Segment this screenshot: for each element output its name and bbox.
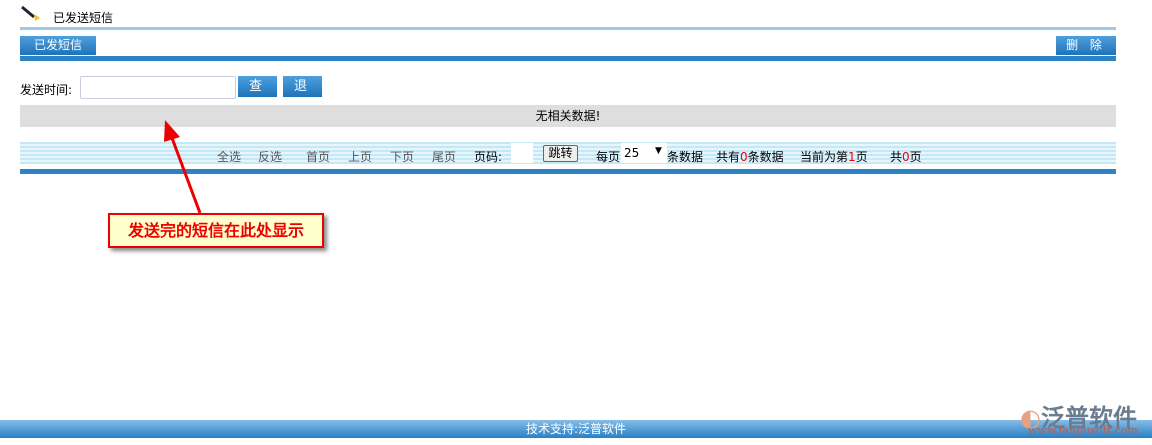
current-page: 当前为第1页 (800, 148, 868, 165)
total-prefix: 共有 (716, 150, 741, 164)
per-page-label: 每页 (596, 150, 621, 164)
last-page-link[interactable]: 尾页 (432, 148, 456, 165)
page-number-input[interactable] (511, 143, 533, 163)
total-pages: 共0页 (890, 148, 922, 165)
total-records: 共有0条数据 (716, 148, 784, 165)
dropdown-arrow-icon: ▼ (655, 146, 662, 156)
current-prefix: 当前为第 (800, 150, 849, 164)
logo-url: www.fanpusoft.com (1028, 424, 1138, 437)
records-suffix: 条数据 (667, 150, 704, 164)
per-page-select[interactable]: 25 ▼ (621, 143, 667, 163)
footer: 技术支持:泛普软件 (0, 420, 1152, 438)
current-number: 1 (848, 150, 856, 164)
annotation-callout: 发送完的短信在此处显示 (108, 213, 324, 248)
delete-button[interactable]: 删 除 (1056, 36, 1116, 55)
total-suffix: 条数据 (747, 150, 784, 164)
per-page-value: 25 (624, 146, 640, 160)
pages-prefix: 共 (890, 150, 903, 164)
page-number-label: 页码: (474, 150, 503, 164)
total-count: 0 (740, 150, 748, 164)
current-suffix: 页 (855, 150, 868, 164)
pages-count: 0 (902, 150, 910, 164)
jump-button[interactable]: 跳转 (543, 145, 578, 162)
pages-suffix: 页 (909, 150, 922, 164)
